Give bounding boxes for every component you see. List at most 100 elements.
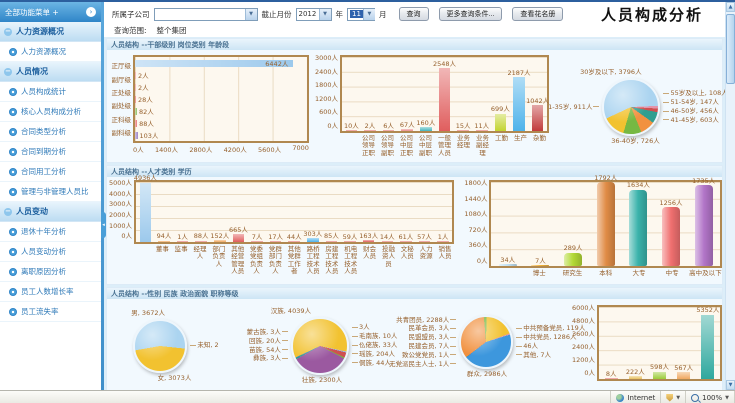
category-label: 杂勤 <box>530 135 549 157</box>
bar-value-label: 2人 <box>365 123 376 130</box>
axis-tick-label: 0人 <box>109 233 132 240</box>
bar <box>605 378 618 379</box>
sidebar-item[interactable]: 人力资源概况 <box>0 42 101 62</box>
sidebar-item[interactable]: 员工人数增长率 <box>0 282 101 302</box>
scrollbar-thumb[interactable] <box>726 14 735 84</box>
category-label: 一般管理人员 <box>435 135 454 157</box>
sidebar-item[interactable]: 管理与非管理人员比 <box>0 182 101 202</box>
chevron-down-icon[interactable]: ▼ <box>245 9 257 20</box>
month-select[interactable]: 11 ▼ <box>347 8 375 21</box>
vertical-scrollbar[interactable]: ▲ ▼ <box>725 2 735 390</box>
category-label: 董事 <box>153 246 172 276</box>
axis-tick-label: 2800人 <box>189 144 212 154</box>
chevron-down-icon[interactable]: ▼ <box>319 9 331 20</box>
pie-callout: 瑶族, 204人 <box>352 351 397 358</box>
bar-slot: 303人 <box>304 182 323 242</box>
bar-slot: 11人 <box>472 57 491 131</box>
status-zone-label: Internet <box>627 394 655 402</box>
category-label: 党委党组负责人 <box>247 246 266 276</box>
category-label: 监事 <box>172 246 191 276</box>
chart-education: 1800人1440人1080人720人360人0人34人7人289人1792人1… <box>464 177 722 284</box>
gear-icon <box>9 248 17 256</box>
bar <box>363 240 375 242</box>
bar-value-label: 10人 <box>344 123 359 130</box>
bar-slot: 57人 <box>415 182 434 242</box>
bar-value-label: 34人 <box>500 257 515 264</box>
bar <box>476 130 488 131</box>
company-select[interactable]: ▼ <box>154 8 258 21</box>
bar-slot: 222人 <box>623 307 647 379</box>
bar-value-label: 303人 <box>303 231 322 238</box>
scroll-up-icon[interactable]: ▲ <box>726 2 735 12</box>
sidebar-section-header[interactable]: −人员变动 <box>0 202 101 222</box>
sidebar-item[interactable]: 人员变动分析 <box>0 242 101 262</box>
gear-icon <box>9 108 17 116</box>
sidebar-item-label: 退休十年分析 <box>21 226 66 237</box>
sidebar-collapse-handle[interactable]: ◂ <box>101 212 106 238</box>
bar <box>251 241 263 242</box>
sidebar-item[interactable]: 离职原因分析 <box>0 262 101 282</box>
more-conditions-button[interactable]: 更多查询条件... <box>439 7 503 21</box>
bar <box>135 108 137 115</box>
view-roster-button[interactable]: 查看花名册 <box>512 7 563 21</box>
gear-icon <box>9 48 17 56</box>
sidebar-section-label: 人员情况 <box>16 66 48 77</box>
sidebar-item[interactable]: 人员构成统计 <box>0 82 101 102</box>
axis-tick-label: 1800人 <box>315 82 338 89</box>
sidebar-section-header[interactable]: −人员情况 <box>0 62 101 82</box>
category-axis: 公司领导正职公司领导副职公司中层正职公司中层副职一般管理人员业务经理业务副经理工… <box>340 135 549 157</box>
plot-area: 34人7人289人1792人1634人1256人1735人 <box>489 180 722 268</box>
bar <box>662 207 680 266</box>
bar-value-label: 1人 <box>177 234 188 241</box>
axis-tick-label: 2400人 <box>572 344 595 351</box>
sidebar-filler <box>0 322 101 390</box>
scope-value: 整个集团 <box>157 25 187 36</box>
bar-value-label: 57人 <box>417 234 432 241</box>
plot-area: 4936人94人1人88人152人665人7人17人44人303人85人59人1… <box>134 180 454 244</box>
bar-value-label: 289人 <box>564 245 583 252</box>
sidebar-item[interactable]: 核心人员构成分析 <box>0 102 101 122</box>
sidebar-item[interactable]: 合同用工分析 <box>0 162 101 182</box>
panel-cadre-position-age: 人员结构 --干部级别 岗位类别 年龄段 正厅级副厅级正处级副处级正科级副科级6… <box>106 38 723 163</box>
bar-slot: 15人 <box>454 57 473 131</box>
pie <box>291 317 349 375</box>
sidebar-item[interactable]: 合同类型分析 <box>0 122 101 142</box>
zoom-control[interactable]: 100% ▼ <box>686 391 735 403</box>
sidebar-section-header[interactable]: −人力资源概况 <box>0 22 101 42</box>
bar <box>135 120 137 127</box>
sidebar-collapse-arrow-icon[interactable]: › <box>86 7 96 17</box>
pie-callouts-right: 未知, 2 <box>190 342 218 349</box>
bar-value-label: 665人 <box>229 227 248 234</box>
bar <box>135 84 136 91</box>
scroll-down-icon[interactable]: ▼ <box>726 380 735 390</box>
bar <box>270 241 282 242</box>
axis-tick-label: 1080人 <box>464 211 487 218</box>
chevron-down-icon[interactable]: ▼ <box>363 9 375 20</box>
bar <box>701 315 714 379</box>
pie-callouts-top: 汉族, 4039人 <box>242 308 402 315</box>
sidebar-header[interactable]: 全部功能菜单 + › <box>0 2 101 22</box>
chart-main: 4936人94人1人88人152人665人7人17人44人303人85人59人1… <box>134 180 454 276</box>
pie-callout: 36-40岁, 726人 <box>611 138 659 145</box>
category-label: 路桥工程技术人员 <box>304 246 323 276</box>
sidebar-item[interactable]: 合同到期分析 <box>0 142 101 162</box>
deadline-label: 截止月份 <box>262 9 292 20</box>
category-label: 生产 <box>511 135 530 157</box>
bar-slot: 44人 <box>285 182 304 242</box>
bar-slot: 1人 <box>434 182 453 242</box>
bar-slot: 567人 <box>672 307 696 379</box>
scrollbar-track[interactable] <box>726 12 735 380</box>
protected-mode-pane[interactable]: ▼ <box>661 391 686 403</box>
sidebar-item-label: 员工流失率 <box>21 306 59 317</box>
globe-icon <box>616 394 624 402</box>
bar-slot: 2人 <box>361 57 380 131</box>
bar <box>653 372 666 379</box>
sidebar-item[interactable]: 退休十年分析 <box>0 222 101 242</box>
sidebar-item[interactable]: 员工流失率 <box>0 302 101 322</box>
year-select[interactable]: 2012 ▼ <box>296 8 332 21</box>
y-axis-ticks: 6000人4800人3600人2400人1200人0人 <box>572 305 597 377</box>
axis-tick-label: 0人 <box>315 123 338 130</box>
panel-body: 正厅级副厅级正处级副处级正科级副科级6442人2人2人28人82人88人103人… <box>107 50 722 162</box>
search-button[interactable]: 查询 <box>399 7 429 21</box>
category-label: 工勤 <box>492 135 511 157</box>
